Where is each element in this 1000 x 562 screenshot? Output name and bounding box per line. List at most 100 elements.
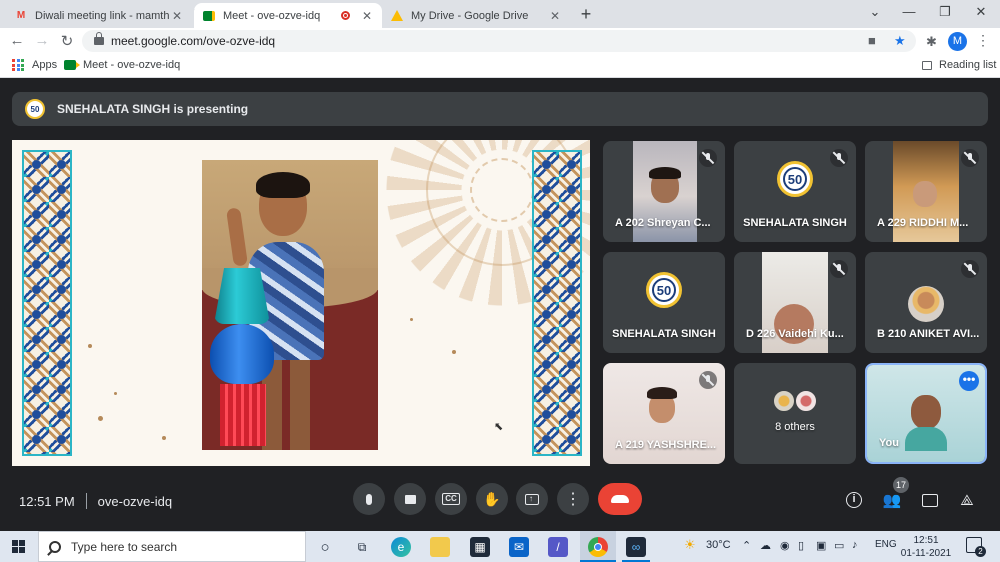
meeting-code: ove-ozve-idq <box>97 493 173 509</box>
gmail-icon: M <box>16 10 26 21</box>
present-icon: ↑ <box>525 493 539 505</box>
mic-off-icon <box>830 149 848 167</box>
lantern-body <box>210 324 274 384</box>
tray-app-icon[interactable]: ▯ <box>798 539 804 552</box>
others-avatar <box>772 389 796 413</box>
store-icon[interactable]: ▦ <box>470 537 490 557</box>
microphone-button[interactable] <box>353 483 385 515</box>
language-indicator[interactable]: ENG <box>875 539 897 550</box>
participant-tile[interactable]: A 219 YASHSHRE... <box>603 363 725 464</box>
participant-hair <box>649 167 681 179</box>
onedrive-icon[interactable]: ☁ <box>760 539 771 552</box>
restore-icon[interactable]: ❐ <box>930 4 960 20</box>
mic-off-icon <box>830 260 848 278</box>
extensions-icon[interactable]: ✱ <box>926 34 937 50</box>
bookmark-apps[interactable]: Apps <box>12 59 57 71</box>
battery-icon[interactable]: ▭ <box>834 539 844 552</box>
camera-icon <box>404 494 416 504</box>
app-icon[interactable]: / <box>548 537 568 557</box>
camera-icon[interactable]: ■ <box>868 33 876 48</box>
close-icon[interactable]: ✕ <box>360 9 374 23</box>
mic-off-icon <box>961 260 979 278</box>
mic-off-icon <box>699 149 717 167</box>
tab-meet[interactable]: Meet - ove-ozve-idq ✕ <box>194 3 382 28</box>
chrome-icon[interactable] <box>588 537 608 557</box>
edge-icon[interactable]: e <box>391 537 411 557</box>
bookmark-star-icon[interactable]: ★ <box>894 33 906 49</box>
gold-speck <box>452 350 456 354</box>
participant-tile[interactable]: B 210 ANIKET AVI... <box>865 252 987 353</box>
start-icon[interactable] <box>12 540 25 553</box>
taskbar-search[interactable] <box>38 531 306 562</box>
tab-drive[interactable]: My Drive - Google Drive ✕ <box>382 3 570 28</box>
app-icon[interactable]: ∞ <box>626 537 646 557</box>
bookmark-meet[interactable]: Meet - ove-ozve-idq <box>64 59 180 71</box>
mail-icon[interactable]: ✉ <box>509 537 529 557</box>
shared-screen[interactable]: ⬉ <box>12 140 590 466</box>
taskbar-clock[interactable]: 12:51 01-11-2021 <box>898 534 954 560</box>
chevron-up-icon[interactable]: ⌃ <box>742 539 751 552</box>
others-tile[interactable]: 8 others <box>734 363 856 464</box>
present-button[interactable]: ↑ <box>516 483 548 515</box>
self-tile[interactable]: ••• You <box>865 363 987 464</box>
reload-icon[interactable]: ↻ <box>58 32 76 50</box>
captions-icon: CC <box>442 493 460 505</box>
close-icon[interactable]: ✕ <box>170 9 184 23</box>
microphone-icon <box>366 493 372 505</box>
mic-off-icon <box>961 149 979 167</box>
new-tab-button[interactable]: + <box>576 4 596 24</box>
back-icon[interactable]: ← <box>8 32 26 49</box>
close-icon[interactable]: ✕ <box>548 9 562 23</box>
cortana-icon[interactable]: ○ <box>315 537 335 557</box>
tab-search-icon[interactable]: ⌄ <box>860 4 890 20</box>
camera-button[interactable] <box>394 483 426 515</box>
activities-icon: ⟁ <box>960 491 974 509</box>
profile-avatar[interactable]: M <box>948 32 967 51</box>
participant-avatar <box>908 286 944 322</box>
school-logo-icon: 50 <box>646 272 682 308</box>
raise-hand-button[interactable]: ✋ <box>476 483 508 515</box>
tab-gmail[interactable]: M Diwali meeting link - mamthared ✕ <box>6 3 192 28</box>
more-options-icon[interactable]: ••• <box>959 371 979 391</box>
participant-tile[interactable]: A 229 RIDDHI M... <box>865 141 987 242</box>
reading-list-icon <box>922 60 932 70</box>
minimize-icon[interactable]: — <box>894 4 924 19</box>
address-bar[interactable]: meet.google.com/ove-ozve-idq ■ ★ <box>82 30 916 52</box>
others-count: 8 others <box>775 421 815 433</box>
browser-menu-icon[interactable]: ⋮ <box>976 32 990 49</box>
divider <box>85 493 87 509</box>
participant-tile[interactable]: 50 SNEHALATA SINGH <box>603 252 725 353</box>
task-view-icon[interactable]: ⧉ <box>352 537 372 557</box>
school-logo-icon: 50 <box>777 161 813 197</box>
activities-button[interactable]: ⟁ <box>956 489 978 511</box>
meeting-details-button[interactable]: i <box>843 489 865 511</box>
tray-app-icon[interactable]: ◉ <box>780 539 790 552</box>
participant-tile[interactable]: 50 SNEHALATA SINGH <box>734 141 856 242</box>
forward-icon[interactable]: → <box>33 32 51 49</box>
bookmark-label: Apps <box>32 59 58 71</box>
presenter-text: SNEHALATA SINGH is presenting <box>57 102 249 116</box>
participant-tile[interactable]: D 226 Vaidehi Ku... <box>734 252 856 353</box>
search-input[interactable] <box>71 539 291 554</box>
window-close-icon[interactable]: ✕ <box>966 4 996 20</box>
file-explorer-icon[interactable] <box>430 537 450 557</box>
tray-app-icon[interactable]: ▣ <box>816 539 826 552</box>
volume-icon[interactable]: ♪ <box>852 539 858 551</box>
captions-button[interactable]: CC <box>435 483 467 515</box>
leave-call-button[interactable] <box>598 483 642 515</box>
participant-name: A 202 Shreyan C... <box>615 217 711 229</box>
weather-temp[interactable]: 30°C <box>706 539 731 551</box>
participant-name: B 210 ANIKET AVI... <box>877 328 980 340</box>
participant-tile[interactable]: A 202 Shreyan C... <box>603 141 725 242</box>
photo-hair <box>256 172 310 198</box>
participant-face <box>913 181 937 207</box>
notification-badge: 2 <box>975 546 986 557</box>
participant-name: SNEHALATA SINGH <box>612 328 716 340</box>
reading-list[interactable]: Reading list <box>922 59 996 71</box>
cursor-icon: ⬉ <box>494 421 504 433</box>
more-options-button[interactable]: ⋮ <box>557 483 589 515</box>
clock-time: 12:51 <box>913 535 939 546</box>
browser-toolbar: ← → ↻ meet.google.com/ove-ozve-idq ■ ★ ✱… <box>0 28 1000 54</box>
weather-icon: ☀ <box>684 537 696 552</box>
chat-button[interactable] <box>919 489 941 511</box>
